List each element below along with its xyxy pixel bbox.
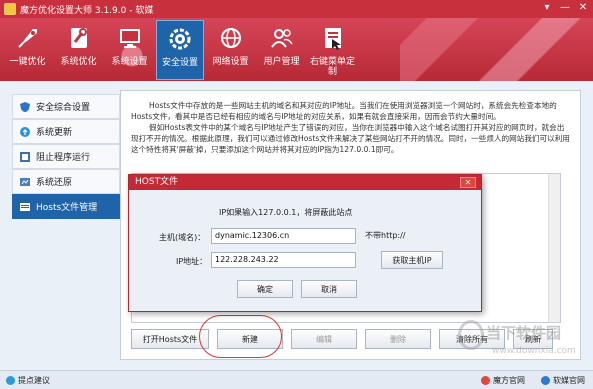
network-icon	[217, 24, 245, 52]
context-menu-icon	[319, 24, 347, 52]
sidebar: 安全综合设置 系统更新 阻止程序运行 系统还原 Hosts文件管理	[12, 94, 120, 219]
mofang-site-link[interactable]: 魔方官网	[481, 375, 525, 386]
nav-item-one-click[interactable]: 一键优化	[2, 20, 53, 80]
nav-label: 一键优化	[9, 57, 46, 67]
nav-label: 系统优化	[60, 57, 97, 67]
ip-input[interactable]: 122.228.243.22	[211, 252, 356, 268]
ruanmei-site-link[interactable]: 软媒官网	[541, 375, 585, 386]
nav-label: 用户管理	[263, 57, 300, 67]
dialog-title: HOST文件	[129, 175, 481, 190]
dialog-close-icon[interactable]: ✕	[460, 177, 476, 188]
app-logo-icon	[4, 3, 16, 15]
host-hint: 不带http://	[365, 231, 406, 240]
hosts-description: Hosts文件中存放的是一些网站主机的域名和其对应的IP地址。当我们在使用浏览器…	[131, 100, 571, 155]
rocket-icon	[14, 24, 42, 52]
sidebar-item-security-overview[interactable]: 安全综合设置	[12, 94, 120, 119]
restore-icon	[20, 177, 30, 186]
delete-button[interactable]: 删除	[365, 329, 431, 349]
edit-button[interactable]: 编辑	[291, 329, 357, 349]
feedback-link[interactable]: 提点建议	[6, 375, 50, 386]
skin-menu-icon[interactable]: ▾	[541, 2, 553, 14]
close-icon[interactable]: ✕	[577, 2, 589, 14]
shield-gear-icon	[166, 25, 194, 53]
description-paragraph: 假如Hosts表文件中的某个域名与IP地址产生了错误的对应，当你在浏览器中输入这…	[131, 123, 570, 154]
nav-item-network-settings[interactable]: 网络设置	[205, 20, 256, 80]
mofang-site-label: 魔方官网	[493, 375, 525, 385]
ip-label: IP地址：	[176, 257, 208, 266]
sidebar-item-label: Hosts文件管理	[36, 203, 98, 213]
sidebar-item-hosts-management[interactable]: Hosts文件管理	[12, 194, 120, 219]
window-controls: ▾ — ✕	[541, 2, 589, 14]
wrench-icon	[65, 24, 93, 52]
host-file-dialog: HOST文件 ✕ IP如果输入127.0.0.1，将屏蔽此站点 主机(域名)： …	[128, 174, 482, 312]
sidebar-item-system-update[interactable]: 系统更新	[12, 119, 120, 144]
app-window: 魔方优化设置大师 3.1.9.0 - 软媒 ▾ — ✕ 一键优化 系统优化 系统…	[0, 0, 593, 389]
nav-item-system-settings[interactable]: 系统设置	[104, 20, 155, 80]
host-label: 主机(域名)：	[159, 233, 206, 242]
ruanmei-site-label: 软媒官网	[553, 375, 585, 385]
cancel-button[interactable]: 取消	[301, 280, 357, 298]
scrollbar[interactable]	[548, 174, 560, 322]
window-title: 魔方优化设置大师 3.1.9.0 - 软媒	[20, 5, 154, 16]
main-nav: 一键优化 系统优化 系统设置 安全设置 网络设置 用户管理 右键菜单定制	[2, 20, 358, 80]
nav-label: 右键菜单定制	[309, 57, 355, 77]
sidebar-item-label: 安全综合设置	[36, 103, 91, 113]
status-links: 魔方官网 软媒官网	[481, 375, 585, 386]
minimize-icon[interactable]: —	[559, 2, 571, 14]
host-input[interactable]: dynamic.12306.cn	[211, 228, 356, 244]
status-bar: 提点建议 魔方官网 软媒官网	[0, 370, 593, 389]
watermark-url: www.downxia.com	[492, 346, 576, 356]
description-paragraph: Hosts文件中存放的是一些网站主机的域名和其对应的IP地址。当我们在使用浏览器…	[131, 101, 557, 121]
block-icon	[20, 151, 30, 162]
nav-label: 安全设置	[161, 58, 198, 68]
sidebar-item-label: 系统更新	[36, 128, 73, 138]
shield-icon	[20, 101, 30, 112]
nav-label: 系统设置	[111, 57, 148, 67]
nav-label: 网络设置	[212, 57, 249, 67]
nav-item-security-settings[interactable]: 安全设置	[156, 20, 204, 80]
watermark: 当下软件园 www.downxia.com	[458, 316, 588, 370]
title-bar: 魔方优化设置大师 3.1.9.0 - 软媒 ▾ — ✕	[0, 0, 593, 18]
header: 一键优化 系统优化 系统设置 安全设置 网络设置 用户管理 右键菜单定制	[0, 18, 593, 81]
ruanmei-logo-icon	[541, 375, 550, 385]
sidebar-item-label: 阻止程序运行	[36, 153, 91, 163]
highlight-annotation	[199, 315, 282, 358]
monitor-icon	[116, 24, 144, 52]
lightbulb-icon	[6, 375, 15, 385]
feedback-label: 提点建议	[18, 375, 50, 385]
ok-button[interactable]: 确定	[237, 280, 293, 298]
header-decoration-right	[400, 18, 593, 81]
nav-item-context-menu[interactable]: 右键菜单定制	[307, 20, 358, 80]
nav-item-user-management[interactable]: 用户管理	[256, 20, 307, 80]
sidebar-item-label: 系统还原	[36, 178, 73, 188]
hosts-icon	[20, 202, 30, 211]
mofang-logo-icon	[481, 375, 490, 385]
sidebar-item-block-programs[interactable]: 阻止程序运行	[12, 144, 120, 169]
update-icon	[20, 126, 30, 137]
sidebar-item-system-restore[interactable]: 系统还原	[12, 169, 120, 194]
get-host-ip-button[interactable]: 获取主机IP	[381, 251, 443, 269]
watermark-text: 当下软件园	[486, 324, 562, 342]
watermark-logo-icon	[458, 320, 484, 350]
nav-item-system-optimize[interactable]: 系统优化	[53, 20, 104, 80]
users-icon	[268, 24, 296, 52]
dialog-note: IP如果输入127.0.0.1，将屏蔽此站点	[219, 208, 353, 217]
open-hosts-file-button[interactable]: 打开Hosts文件	[131, 329, 209, 349]
